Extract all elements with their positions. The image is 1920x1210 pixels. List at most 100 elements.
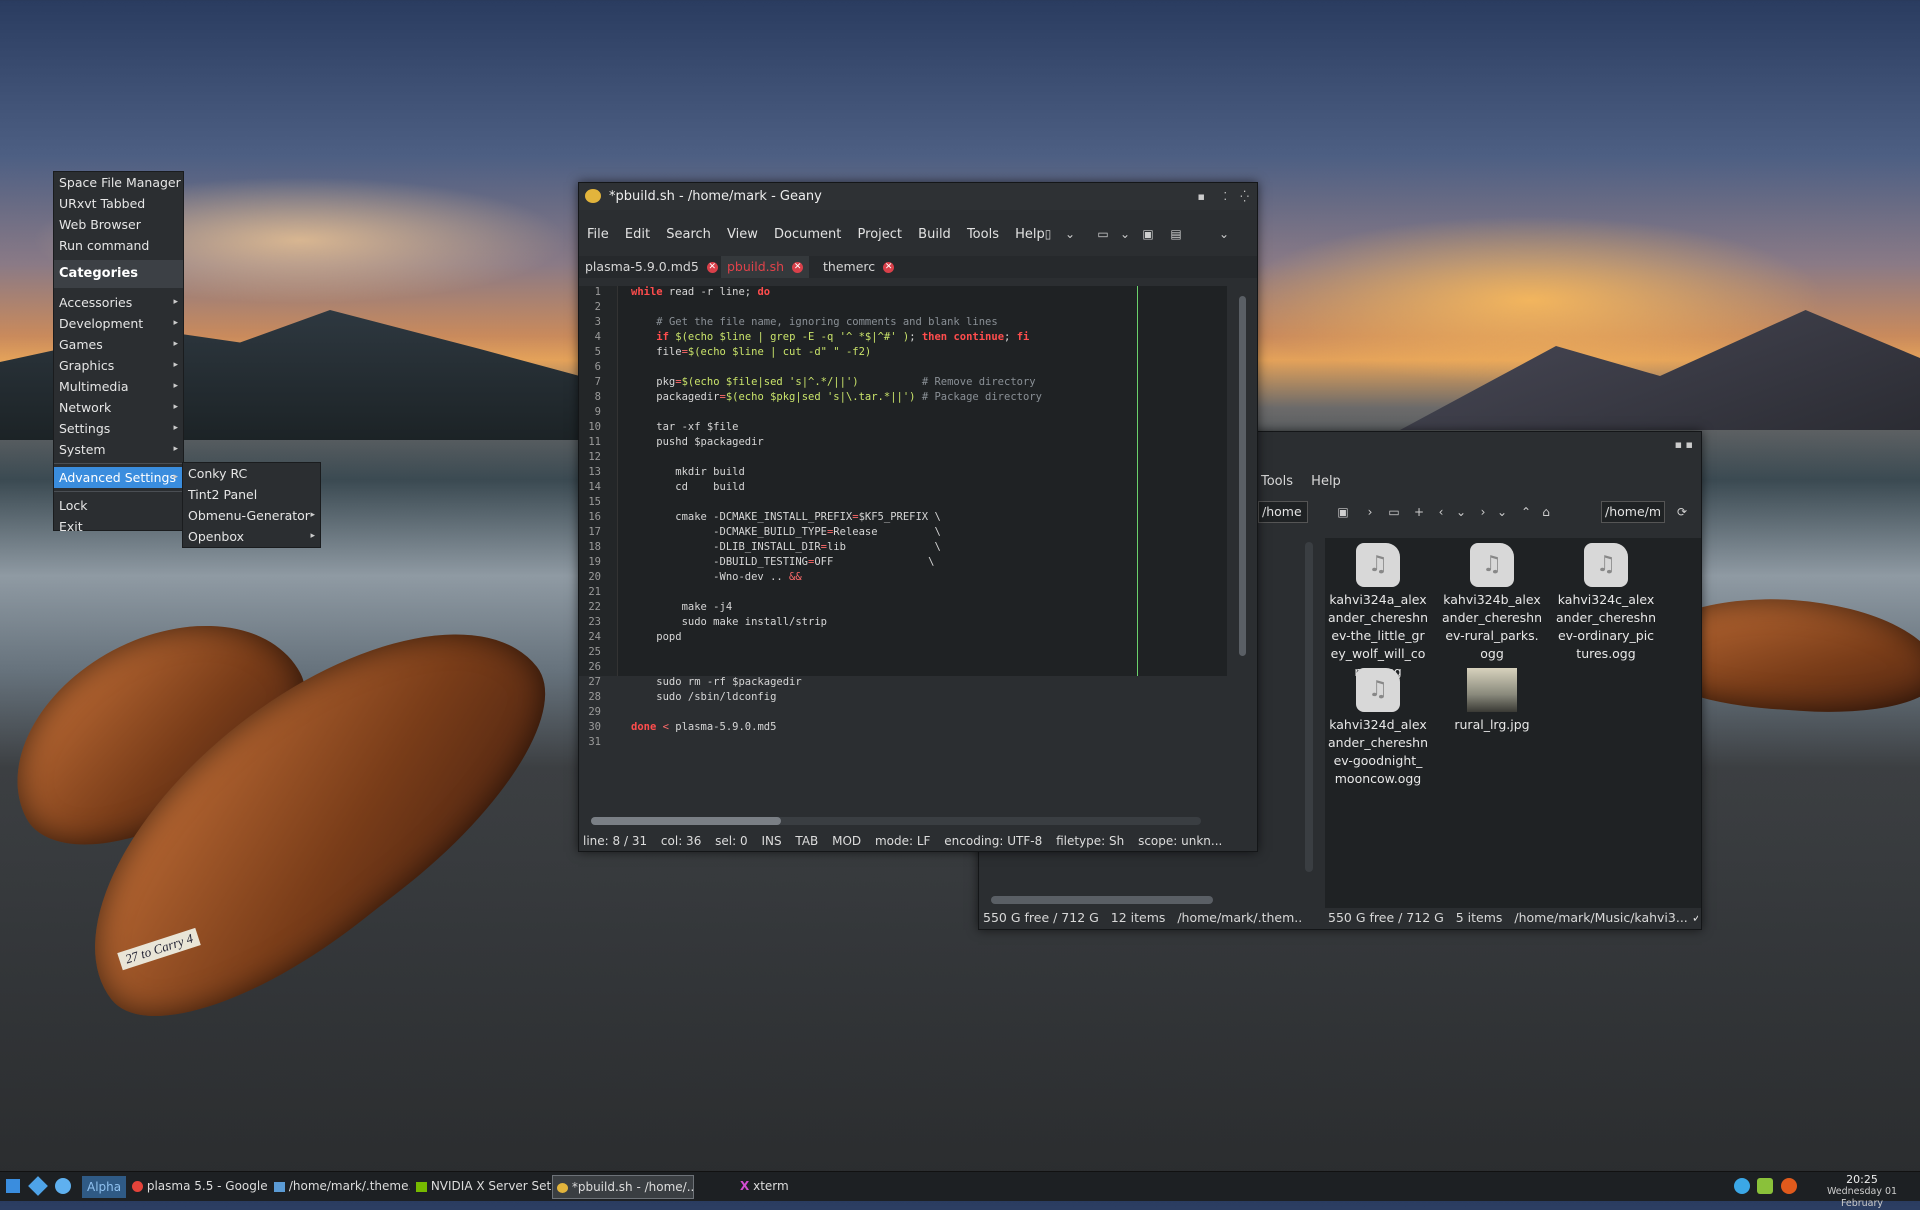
close-tab-icon[interactable]: ✕: [706, 262, 718, 273]
task-xterm[interactable]: X xterm: [736, 1175, 830, 1197]
menu-item-settings[interactable]: Settings ▸: [54, 418, 183, 439]
network-disconnected-icon[interactable]: [1781, 1178, 1797, 1194]
close-tab-icon[interactable]: ✕: [883, 262, 895, 273]
menu-item-label: Graphics: [59, 358, 115, 373]
fm-left-scrollbar[interactable]: [1305, 542, 1313, 872]
menu-project[interactable]: Project: [858, 227, 902, 242]
code-line: done < plasma-5.9.0.md5: [631, 721, 777, 733]
fm-menu-help[interactable]: Help: [1311, 474, 1341, 489]
editor-hscroll-thumb[interactable]: [591, 817, 781, 825]
submenu-item-conky-rc[interactable]: Conky RC: [183, 463, 320, 484]
close-button[interactable]: ⁛: [1240, 183, 1249, 210]
forward-history-icon[interactable]: ⌄: [1495, 505, 1509, 519]
chevron-down-icon[interactable]: ⌄: [1063, 227, 1077, 241]
maximize-button[interactable]: ⁚: [1224, 183, 1228, 210]
launcher-file-manager-icon[interactable]: [6, 1179, 20, 1193]
desktop-switcher[interactable]: Alpha: [82, 1176, 127, 1198]
fm-file-item[interactable]: ♫ kahvi324c_alexander_chereshnev-ordinar…: [1556, 543, 1656, 663]
task-geany[interactable]: *pbuild.sh - /home/...: [552, 1175, 694, 1199]
forward-nav-icon[interactable]: ›: [1476, 505, 1490, 519]
new-file-icon[interactable]: ▯: [1041, 227, 1055, 241]
chevron-down-icon[interactable]: ⌄: [1118, 227, 1132, 241]
fm-left-hscrollbar[interactable]: [991, 896, 1213, 904]
fm-file-item[interactable]: ♫ kahvi324a_alexander_chereshnev-the_lit…: [1328, 543, 1428, 681]
menu-search[interactable]: Search: [666, 227, 711, 242]
status-filetype: filetype: Sh: [1056, 834, 1125, 848]
menu-tools[interactable]: Tools: [967, 227, 999, 242]
task-label: xterm: [753, 1179, 789, 1193]
back-icon[interactable]: ‹: [1434, 505, 1448, 519]
save-all-icon[interactable]: ▤: [1169, 227, 1183, 241]
line-number: 2: [594, 301, 601, 313]
home-icon[interactable]: ⌂: [1539, 505, 1553, 519]
up-icon[interactable]: ⌃: [1519, 505, 1533, 519]
launcher-browser-icon[interactable]: [55, 1178, 71, 1194]
tab-plasma-md5[interactable]: plasma-5.9.0.md5 ✕: [579, 256, 724, 278]
menu-item-urxvt-tabbed[interactable]: URxvt Tabbed: [54, 193, 183, 214]
save-icon[interactable]: ▣: [1141, 227, 1155, 241]
editor-hscroll-track[interactable]: [591, 817, 1201, 825]
menu-edit[interactable]: Edit: [625, 227, 650, 242]
fm-file-item[interactable]: rural_lrg.jpg: [1442, 668, 1542, 734]
new-tab-icon[interactable]: +: [1412, 505, 1426, 519]
forward-icon[interactable]: ›: [1363, 505, 1377, 519]
status-line: line: 8 / 31: [583, 834, 648, 848]
tab-themerc[interactable]: themerc ✕: [817, 256, 900, 278]
fm-left-path-input[interactable]: /home: [1258, 501, 1308, 523]
menu-document[interactable]: Document: [774, 227, 841, 242]
minimize-button[interactable]: ▪: [1198, 183, 1205, 210]
menu-item-advanced-settings[interactable]: Advanced Settings ▸: [54, 467, 183, 488]
folder-icon[interactable]: ▭: [1387, 505, 1401, 519]
menu-build[interactable]: Build: [918, 227, 951, 242]
code-line: if $(echo $line | grep -E -q '^ *$|^#' )…: [656, 331, 1030, 343]
task-file-manager[interactable]: /home/mark/.theme...: [270, 1175, 410, 1197]
menu-file[interactable]: File: [587, 227, 609, 242]
code-line: tar -xf $file: [631, 421, 739, 433]
updates-icon[interactable]: [1757, 1178, 1773, 1194]
menu-item-space-file-manager[interactable]: Space File Manager: [54, 172, 183, 193]
editor-vscrollbar[interactable]: [1239, 296, 1246, 656]
code-line: sudo /sbin/ldconfig: [631, 691, 777, 703]
menu-item-run-command[interactable]: Run command: [54, 235, 183, 256]
fm-file-item[interactable]: ♫ kahvi324b_alexander_chereshnev-rural_p…: [1442, 543, 1542, 663]
clock[interactable]: 20:25 Wednesday 01 February: [1806, 1173, 1918, 1210]
menu-item-exit[interactable]: Exit: [54, 516, 183, 537]
open-folder-icon[interactable]: ▭: [1096, 227, 1110, 241]
menu-item-web-browser[interactable]: Web Browser: [54, 214, 183, 235]
menu-item-development[interactable]: Development ▸: [54, 313, 183, 334]
telegram-icon[interactable]: [1734, 1178, 1750, 1194]
line-number: 8: [594, 391, 601, 403]
menu-item-games[interactable]: Games ▸: [54, 334, 183, 355]
menu-item-multimedia[interactable]: Multimedia ▸: [54, 376, 183, 397]
task-nvidia-settings[interactable]: NVIDIA X Server Set...: [412, 1175, 552, 1197]
fm-right-path-input[interactable]: /home/m: [1601, 501, 1665, 523]
save-session-icon[interactable]: ▣: [1336, 505, 1350, 519]
submenu-arrow-icon: ▸: [173, 339, 178, 349]
menu-item-graphics[interactable]: Graphics ▸: [54, 355, 183, 376]
back-history-icon[interactable]: ⌄: [1454, 505, 1468, 519]
line-number: 4: [594, 331, 601, 343]
geany-titlebar[interactable]: *pbuild.sh - /home/mark - Geany ▪ ⁚ ⁛: [579, 183, 1257, 210]
line-number: 27: [588, 676, 601, 688]
submenu-arrow-icon: ▸: [173, 402, 178, 412]
chevron-down-icon[interactable]: ⌄: [1217, 227, 1231, 241]
code-line: # Get the file name, ignoring comments a…: [656, 316, 998, 328]
submenu-item-tint2-panel[interactable]: Tint2 Panel: [183, 484, 320, 505]
menu-view[interactable]: View: [727, 227, 758, 242]
line-number: 9: [594, 406, 601, 418]
submenu-arrow-icon: ▸: [173, 444, 178, 454]
tab-pbuild-sh[interactable]: pbuild.sh ✕: [721, 256, 810, 278]
menu-item-accessories[interactable]: Accessories ▸: [54, 292, 183, 313]
close-tab-icon[interactable]: ✕: [792, 262, 804, 273]
fm-menu-tools[interactable]: Tools: [1261, 474, 1293, 489]
line-number: 12: [588, 451, 601, 463]
task-chrome[interactable]: plasma 5.5 - Google...: [128, 1175, 268, 1197]
refresh-icon[interactable]: ⟳: [1675, 505, 1689, 519]
submenu-item-obmenu-generator[interactable]: Obmenu-Generator ▸: [183, 505, 320, 526]
menu-item-system[interactable]: System ▸: [54, 439, 183, 460]
launcher-settings-icon[interactable]: [28, 1176, 48, 1196]
menu-item-network[interactable]: Network ▸: [54, 397, 183, 418]
fm-file-item[interactable]: ♫ kahvi324d_alexander_chereshnev-goodnig…: [1328, 668, 1428, 788]
menu-item-lock[interactable]: Lock: [54, 495, 183, 516]
submenu-item-openbox[interactable]: Openbox ▸: [183, 526, 320, 547]
